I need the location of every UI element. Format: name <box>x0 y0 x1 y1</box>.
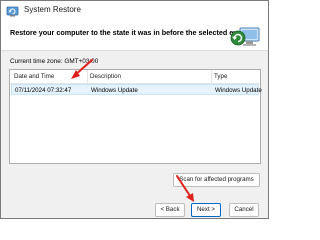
system-restore-window: System Restore Restore your computer to … <box>0 0 269 219</box>
system-restore-icon <box>6 6 19 17</box>
cell-type: Windows Update <box>215 87 262 94</box>
cell-description: Windows Update <box>91 87 138 94</box>
cancel-button[interactable]: Cancel <box>229 203 259 217</box>
column-header-date-time[interactable]: Date and Time <box>14 73 54 80</box>
column-header-type[interactable]: Type <box>214 73 227 80</box>
header-band: Restore your computer to the state it wa… <box>1 23 268 51</box>
cell-date-time: 07/11/2024 07:32:47 <box>15 87 72 94</box>
table-row[interactable]: 07/11/2024 07:32:47 Windows Update Windo… <box>11 84 262 95</box>
column-header-description[interactable]: Description <box>90 73 121 80</box>
restore-graphic-icon <box>230 27 260 46</box>
scan-affected-programs-button[interactable]: Scan for affected programs <box>173 173 260 187</box>
back-button[interactable]: < Back <box>155 203 185 217</box>
page-heading: Restore your computer to the state it wa… <box>10 28 249 37</box>
window-title: System Restore <box>24 5 81 14</box>
column-divider[interactable] <box>87 70 88 83</box>
next-button[interactable]: Next > <box>191 203 221 217</box>
restore-points-table[interactable]: Date and Time Description Type 07/11/202… <box>9 69 262 164</box>
table-header: Date and Time Description Type <box>10 70 260 84</box>
timezone-label: Current time zone: GMT+03:00 <box>10 58 99 65</box>
title-bar: System Restore <box>1 1 268 23</box>
column-divider[interactable] <box>211 70 212 83</box>
